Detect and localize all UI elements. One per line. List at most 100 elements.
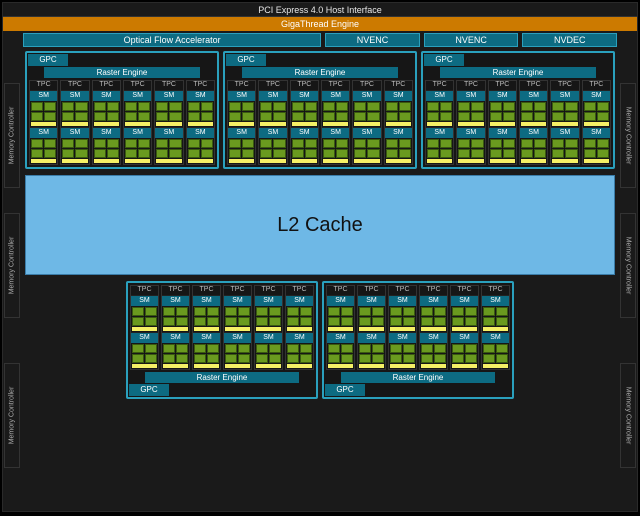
cuda-core [434, 344, 446, 353]
core-grid [291, 138, 318, 164]
core-grid [353, 138, 380, 164]
cuda-core [336, 102, 348, 111]
tpc-block: TPCSMSM [254, 285, 283, 370]
cuda-core [62, 139, 74, 148]
tensor-rt-core [132, 327, 157, 331]
tensor-rt-core [229, 122, 254, 126]
tpc-block: TPCSMSM [481, 285, 510, 370]
cuda-core [305, 139, 317, 148]
tensor-rt-core [390, 327, 415, 331]
cuda-core [225, 344, 237, 353]
cuda-core [359, 344, 371, 353]
core-grid [259, 138, 286, 164]
tpc-label: TPC [224, 286, 251, 295]
gpc-row-top: GPCRaster EngineTPCSMSMTPCSMSMTPCSMSMTPC… [3, 51, 637, 169]
core-grid [259, 101, 286, 127]
cuda-core [94, 149, 106, 158]
core-grid [327, 306, 354, 332]
tpc-block: TPCSMSM [186, 80, 215, 165]
core-grid [389, 306, 416, 332]
core-grid [291, 101, 318, 127]
core-grid [551, 101, 578, 127]
tpc-block: TPCSMSM [519, 80, 548, 165]
core-grid [489, 138, 516, 164]
cuda-core [287, 354, 299, 363]
sm-block: SM [131, 295, 158, 332]
tpc-grid: TPCSMSMTPCSMSMTPCSMSMTPCSMSMTPCSMSMTPCSM… [129, 284, 315, 371]
cuda-core [138, 102, 150, 111]
sm-label: SM [482, 296, 509, 306]
memory-controller: Memory Controller [4, 363, 20, 468]
cuda-core [565, 149, 577, 158]
sm-block: SM [291, 127, 318, 164]
cuda-core [483, 344, 495, 353]
tensor-rt-core [31, 122, 56, 126]
cuda-core [201, 112, 213, 121]
core-grid [489, 101, 516, 127]
sm-block: SM [30, 127, 57, 164]
cuda-core [188, 112, 200, 121]
cuda-core [44, 102, 56, 111]
sm-label: SM [389, 333, 416, 343]
sm-label: SM [224, 333, 251, 343]
tpc-block: TPCSMSM [352, 80, 381, 165]
core-grid [124, 101, 151, 127]
cuda-core [229, 112, 241, 121]
sm-block: SM [224, 332, 251, 369]
cuda-core [584, 149, 596, 158]
sm-block: SM [482, 332, 509, 369]
cuda-core [367, 149, 379, 158]
core-grid [61, 138, 88, 164]
tpc-block: TPCSMSM [456, 80, 485, 165]
tensor-rt-core [323, 122, 348, 126]
sm-label: SM [155, 91, 182, 101]
cuda-core [269, 354, 281, 363]
cuda-core [471, 149, 483, 158]
core-grid [353, 101, 380, 127]
tpc-block: TPCSMSM [488, 80, 517, 165]
sm-block: SM [286, 295, 313, 332]
core-grid [420, 306, 447, 332]
cuda-core [176, 317, 188, 326]
gigathread-bar: GigaThread Engine [3, 17, 637, 31]
gpc-block: GPCRaster EngineTPCSMSMTPCSMSMTPCSMSMTPC… [126, 281, 318, 399]
cuda-core [452, 307, 464, 316]
cuda-core [125, 149, 137, 158]
tpc-grid: TPCSMSMTPCSMSMTPCSMSMTPCSMSMTPCSMSMTPCSM… [424, 79, 612, 166]
sm-label: SM [385, 91, 412, 101]
cuda-core [372, 317, 384, 326]
sm-label: SM [291, 91, 318, 101]
cuda-core [75, 102, 87, 111]
sm-block: SM [489, 90, 516, 127]
cuda-core [390, 354, 402, 363]
sm-block: SM [489, 127, 516, 164]
cuda-core [44, 149, 56, 158]
tensor-rt-core [188, 159, 213, 163]
gpc-label: GPC [28, 54, 68, 66]
sm-block: SM [457, 90, 484, 127]
core-grid [193, 343, 220, 369]
cuda-core [386, 102, 398, 111]
gpu-block-diagram: PCI Express 4.0 Host Interface GigaThrea… [2, 2, 638, 512]
sm-label: SM [389, 296, 416, 306]
cuda-core [354, 112, 366, 121]
cuda-core [229, 139, 241, 148]
cuda-core [323, 102, 335, 111]
cuda-core [458, 102, 470, 111]
tpc-block: TPCSMSM [384, 80, 413, 165]
sm-label: SM [420, 333, 447, 343]
tensor-rt-core [458, 159, 483, 163]
cuda-core [107, 139, 119, 148]
core-grid [228, 101, 255, 127]
sm-block: SM [131, 332, 158, 369]
cuda-core [372, 354, 384, 363]
core-grid [61, 101, 88, 127]
tensor-rt-core [125, 122, 150, 126]
cuda-core [125, 139, 137, 148]
core-grid [385, 138, 412, 164]
cuda-core [269, 307, 281, 316]
core-grid [457, 138, 484, 164]
cuda-core [534, 112, 546, 121]
sm-label: SM [30, 128, 57, 138]
nvenc-block: NVENC [424, 33, 519, 47]
